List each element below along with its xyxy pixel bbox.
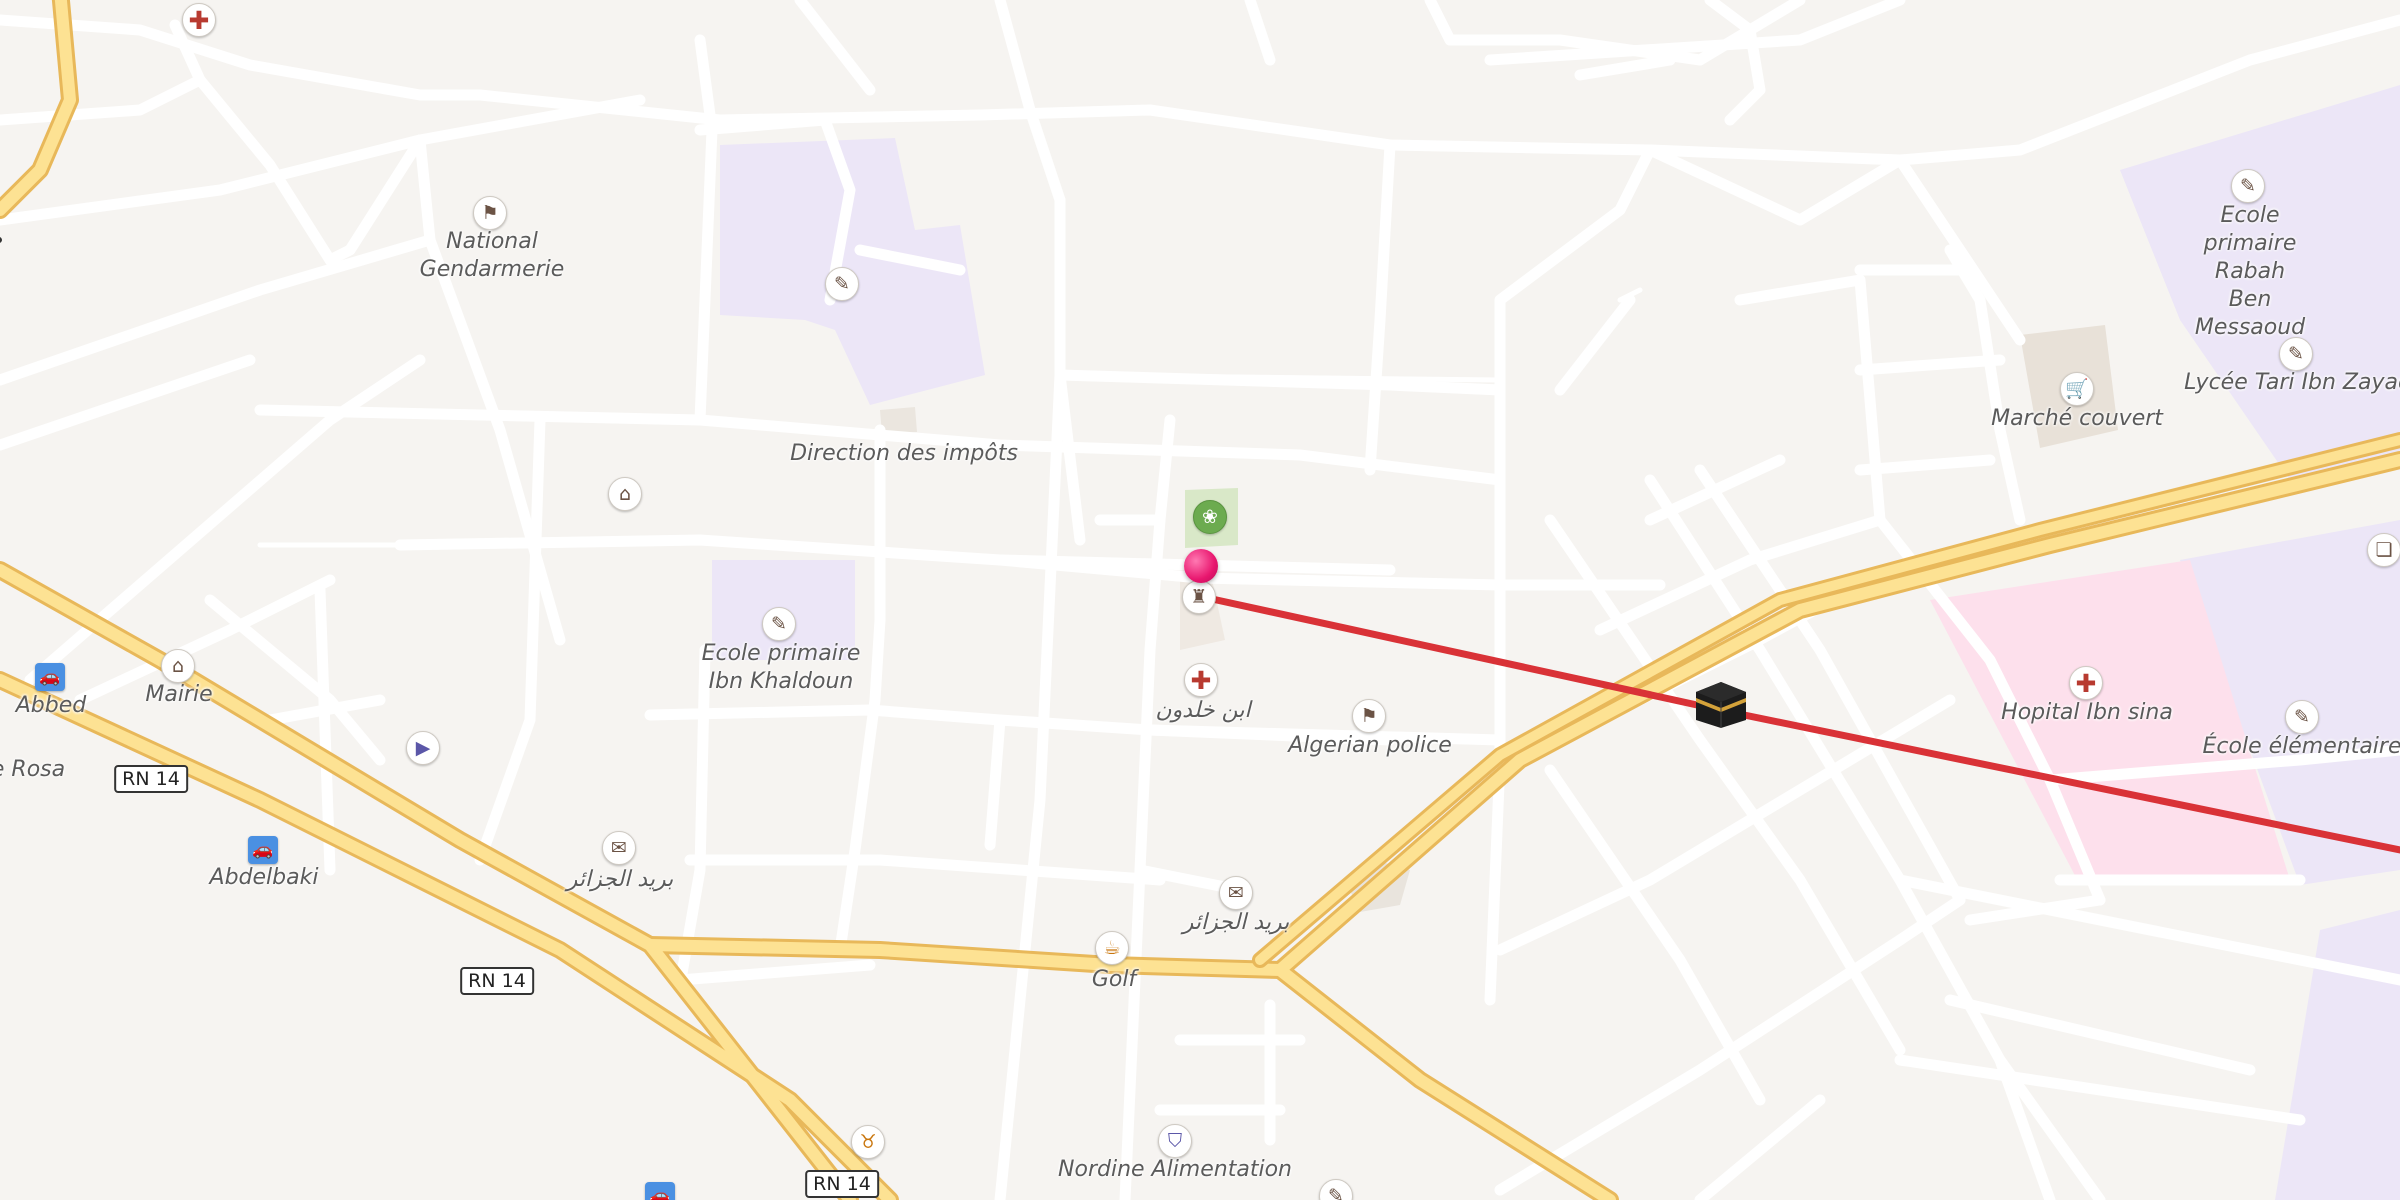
label-algerian-police: Algerian police: [1288, 733, 1452, 758]
car-rental-icon[interactable]: 🚗: [35, 663, 65, 691]
cafe-icon[interactable]: ☕: [1095, 931, 1129, 965]
label-ibn-khaldoun-ar: ابن خلدون: [1155, 698, 1251, 723]
label-hopital: Hopital Ibn sina: [2001, 700, 2173, 725]
label-mairie: Mairie: [145, 682, 213, 707]
label-national-gendarmerie: National Gendarmerie: [420, 228, 565, 284]
garden-icon[interactable]: ❀: [1193, 500, 1227, 534]
label-direction-impots: Direction des impôts: [790, 441, 1018, 466]
label-barid-1: بريد الجزائر: [566, 867, 674, 892]
school-icon[interactable]: ✎: [825, 267, 859, 301]
label-abdelbaki: Abdelbaki: [209, 865, 319, 890]
label-golf: Golf: [1091, 967, 1137, 992]
label-ecole-rabah: Ecole primaire Rabah Ben Messaoud: [2175, 202, 2325, 342]
road-shield: RN 14: [114, 765, 188, 793]
hospital-icon[interactable]: ✚: [2069, 666, 2103, 700]
school-icon[interactable]: ✎: [2231, 169, 2265, 203]
hospital-icon[interactable]: ✚: [1184, 663, 1218, 697]
shopping-icon[interactable]: ⛉: [1158, 1124, 1192, 1158]
location-pin-icon[interactable]: [1184, 549, 1218, 583]
car-rental-icon[interactable]: 🚗: [248, 836, 278, 864]
library-icon[interactable]: ❏: [2367, 533, 2400, 567]
car-rental-icon[interactable]: 🚗: [645, 1182, 675, 1200]
road-shield: RN 14: [460, 967, 534, 995]
label-barid-2: بريد الجزائر: [1182, 910, 1290, 935]
map-canvas[interactable]: ✚ ⚑ ✎ ⌂ ✎ ⌂ ▶ ✉ ❀ ♜ ✚ ⚑ ✉ ☕ ♉ ⛉ ✎ ✎ ✎ 🛒 …: [0, 0, 2400, 1200]
post-office-icon[interactable]: ✉: [602, 831, 636, 865]
label-ecole-ibn-khaldoun: Ecole primaire Ibn Khaldoun: [702, 640, 861, 696]
label-abbed: Abbed: [15, 693, 87, 718]
butcher-icon[interactable]: ♉: [851, 1125, 885, 1159]
label-text: Ecole primaire Ibn Khaldoun: [701, 641, 861, 694]
shopping-icon[interactable]: 🛒: [2060, 372, 2094, 406]
police-icon[interactable]: ⚑: [1352, 699, 1386, 733]
post-office-icon[interactable]: ✉: [1219, 876, 1253, 910]
school-icon[interactable]: ✎: [2279, 337, 2313, 371]
label-text: Ecole primaire Rabah Ben Messaoud: [2194, 203, 2306, 340]
townhall-icon[interactable]: ⌂: [608, 477, 642, 511]
school-icon[interactable]: ✎: [762, 607, 796, 641]
police-icon[interactable]: ⚑: [473, 196, 507, 230]
cinema-icon[interactable]: ▶: [406, 731, 440, 765]
label-nordine-alimentation: Nordine Alimentation: [1058, 1157, 1292, 1182]
label-rosa: e Rosa: [0, 757, 66, 782]
kaaba-icon[interactable]: [1694, 680, 1748, 730]
mosque-icon[interactable]: ♜: [1182, 580, 1216, 614]
road-shield: RN 14: [805, 1170, 879, 1198]
label-lycee-tari: Lycée Tari Ibn Zayad: [2184, 370, 2400, 395]
label-marche-couvert: Marché couvert: [1991, 406, 2163, 431]
label-ecole-elementaire: École élémentaire: [2202, 734, 2400, 759]
label-text: National Gendarmerie: [419, 229, 565, 282]
townhall-icon[interactable]: ⌂: [161, 649, 195, 683]
school-icon[interactable]: ✎: [2285, 700, 2319, 734]
hospital-icon[interactable]: ✚: [182, 3, 216, 37]
